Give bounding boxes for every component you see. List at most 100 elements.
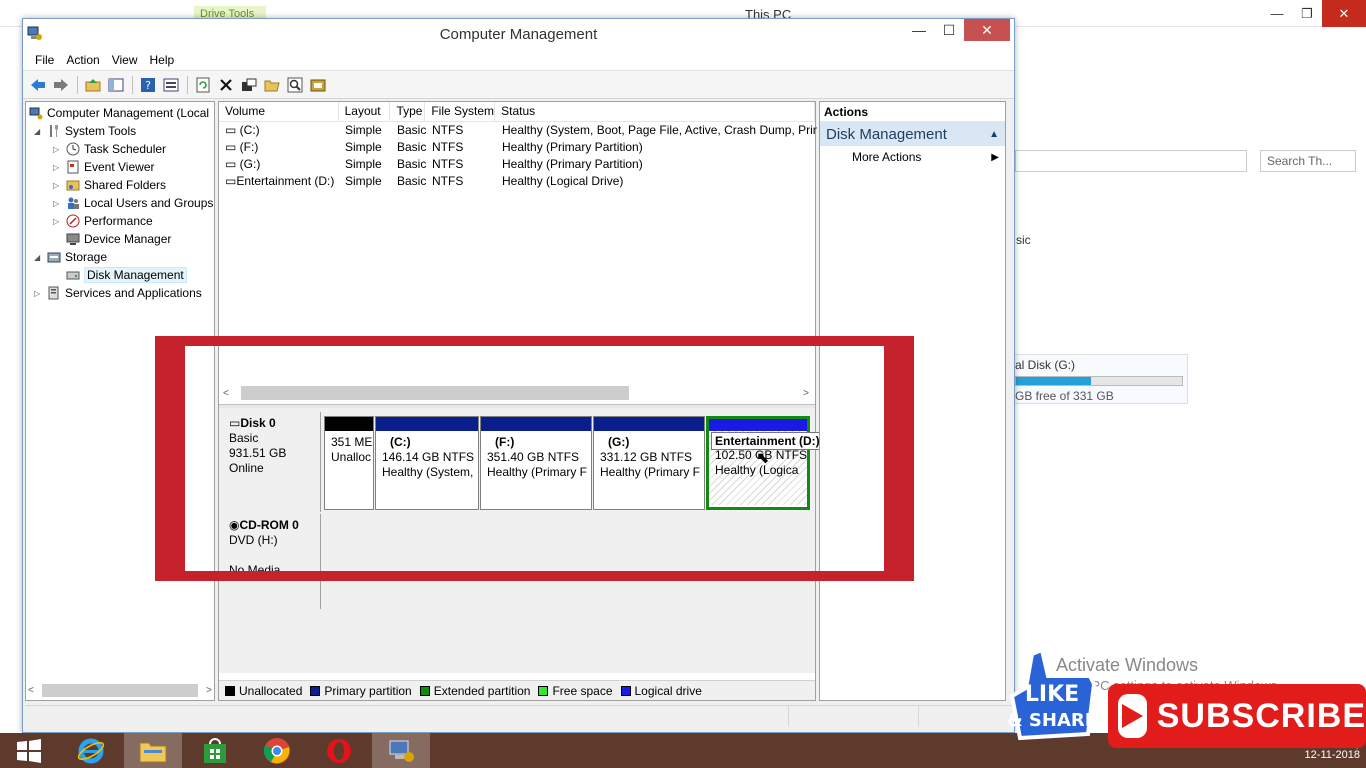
tree-item-root[interactable]: Computer Management (Local [28, 104, 209, 122]
collapse-up-icon[interactable]: ▲ [989, 129, 999, 140]
expand-icon[interactable]: ▷ [53, 163, 65, 172]
partition-size: 351 ME [331, 435, 373, 449]
window-titlebar[interactable]: Computer Management — ☐ ✕ [23, 19, 1014, 49]
tree-item-label: Local Users and Groups [84, 196, 214, 210]
volume-name: ▭Entertainment (D:) [219, 173, 339, 190]
menu-action[interactable]: Action [60, 49, 105, 70]
maximize-button[interactable]: ☐ [934, 19, 964, 41]
tree-item-services[interactable]: ▷ Services and Applications [34, 284, 202, 302]
subscribe-button[interactable]: SUBSCRIBE [1108, 684, 1366, 748]
search-input[interactable]: Search Th... [1260, 150, 1356, 172]
minimize-button[interactable]: — [904, 19, 934, 41]
expand-icon[interactable]: ▷ [53, 145, 65, 154]
help-icon[interactable]: ? [137, 74, 159, 96]
internet-explorer-icon[interactable] [62, 733, 120, 768]
tree-item-storage[interactable]: ◢ Storage [34, 248, 107, 266]
tree-horizontal-scrollbar[interactable]: < > [28, 683, 212, 698]
table-row[interactable]: ▭ (G:) Simple Basic NTFS Healthy (Primar… [219, 156, 817, 173]
open-folder-icon[interactable] [261, 74, 283, 96]
address-bar[interactable] [1015, 150, 1247, 172]
expand-icon[interactable]: ▷ [53, 217, 65, 226]
disk-settings-icon[interactable] [307, 74, 329, 96]
close-icon[interactable]: ✕ [1322, 0, 1366, 27]
disk-0-label[interactable]: ▭Disk 0 Basic 931.51 GB Online [221, 412, 321, 512]
menu-view[interactable]: View [106, 49, 144, 70]
column-type[interactable]: Type [390, 102, 426, 122]
maximize-icon[interactable]: ❐ [1292, 0, 1322, 27]
tree-item-local-users[interactable]: ▷ Local Users and Groups [53, 194, 213, 212]
start-windows-icon[interactable] [0, 733, 58, 768]
scroll-right-icon[interactable]: > [206, 685, 212, 696]
show-hide-tree-icon[interactable] [105, 74, 127, 96]
cdrom-0-label[interactable]: ◉CD-ROM 0 DVD (H:) No Media [221, 514, 321, 609]
forward-icon[interactable] [50, 74, 72, 96]
tree-item-label: Disk Management [84, 267, 187, 283]
chrome-icon[interactable] [248, 733, 306, 768]
column-file-system[interactable]: File System [425, 102, 496, 122]
column-layout[interactable]: Layout [339, 102, 391, 122]
tree-item-performance[interactable]: ▷ Performance [53, 212, 153, 230]
tree-item-label: Computer Management (Local [47, 106, 210, 120]
column-volume[interactable]: Volume [219, 102, 339, 122]
store-icon[interactable] [186, 733, 244, 768]
close-button[interactable]: ✕ [964, 19, 1010, 41]
volume-horizontal-scrollbar[interactable]: < > [219, 384, 815, 402]
volume-name: ▭ (C:) [219, 122, 339, 139]
menu-bar: File Action View Help [23, 49, 1014, 71]
submenu-arrow-icon: ▶ [991, 151, 999, 163]
scroll-right-icon[interactable]: > [803, 388, 809, 399]
up-folder-icon[interactable] [82, 74, 104, 96]
more-actions-item[interactable]: More Actions ▶ [820, 146, 1005, 168]
computer-management-taskbar-icon[interactable] [372, 733, 430, 768]
opera-icon[interactable] [310, 733, 368, 768]
tree-item-device-manager[interactable]: Device Manager [65, 230, 171, 248]
file-explorer-icon[interactable] [124, 733, 182, 768]
expand-icon[interactable]: ▷ [53, 181, 65, 190]
partition-g[interactable]: (G:) 331.12 GB NTFS Healthy (Primary F [593, 416, 705, 510]
delete-icon[interactable] [215, 74, 237, 96]
scroll-thumb[interactable] [41, 684, 199, 697]
table-row[interactable]: ▭ (F:) Simple Basic NTFS Healthy (Primar… [219, 139, 817, 156]
properties-icon[interactable] [238, 74, 260, 96]
tree-item-system-tools[interactable]: ◢ System Tools [34, 122, 136, 140]
tree-item-disk-management[interactable]: Disk Management [65, 266, 187, 284]
partition-legend: Unallocated Primary partition Extended p… [219, 680, 815, 700]
computer-management-window: Computer Management — ☐ ✕ File Action Vi… [22, 18, 1015, 733]
scroll-thumb[interactable] [240, 386, 629, 400]
collapse-icon[interactable]: ◢ [34, 253, 46, 262]
mouse-cursor-icon: ⬉ [756, 450, 770, 467]
volume-label: (F:) [239, 140, 259, 154]
legend-label: Extended partition [433, 683, 531, 698]
storage-icon [46, 249, 62, 265]
scroll-left-icon[interactable]: < [223, 388, 229, 399]
refresh-icon[interactable] [192, 74, 214, 96]
tree-item-event-viewer[interactable]: ▷ Event Viewer [53, 158, 154, 176]
scroll-left-icon[interactable]: < [28, 685, 34, 696]
tree-item-shared-folders[interactable]: ▷ Shared Folders [53, 176, 166, 194]
menu-help[interactable]: Help [144, 49, 181, 70]
tree-item-task-scheduler[interactable]: ▷ Task Scheduler [53, 140, 166, 158]
device-manager-icon [65, 231, 81, 247]
properties-view-icon[interactable] [160, 74, 182, 96]
back-icon[interactable] [27, 74, 49, 96]
expand-icon[interactable]: ▷ [34, 289, 46, 298]
expand-icon[interactable]: ▷ [53, 199, 65, 208]
column-status[interactable]: Status [495, 102, 816, 122]
status-bar [25, 705, 1012, 727]
partition-title: (F:) [495, 435, 515, 449]
minimize-icon[interactable]: — [1262, 0, 1292, 27]
status-segment [25, 706, 789, 727]
table-row[interactable]: ▭Entertainment (D:) Simple Basic NTFS He… [219, 173, 817, 190]
menu-file[interactable]: File [29, 49, 60, 70]
table-row[interactable]: ▭ (C:) Simple Basic NTFS Healthy (System… [219, 122, 817, 139]
drive-tile-g[interactable]: al Disk (G:) GB free of 331 GB [1008, 354, 1188, 404]
actions-section-disk-management[interactable]: Disk Management ▲ [820, 122, 1005, 146]
partition-title: (C:) [390, 435, 411, 449]
partition-unallocated[interactable]: 351 ME Unalloc [324, 416, 374, 510]
partition-c[interactable]: (C:) 146.14 GB NTFS Healthy (System, [375, 416, 479, 510]
partition-f[interactable]: (F:) 351.40 GB NTFS Healthy (Primary F [480, 416, 592, 510]
cdrom-icon: ◉ [229, 518, 240, 532]
volume-fs: NTFS [432, 123, 464, 137]
collapse-icon[interactable]: ◢ [34, 127, 46, 136]
search-icon[interactable] [284, 74, 306, 96]
